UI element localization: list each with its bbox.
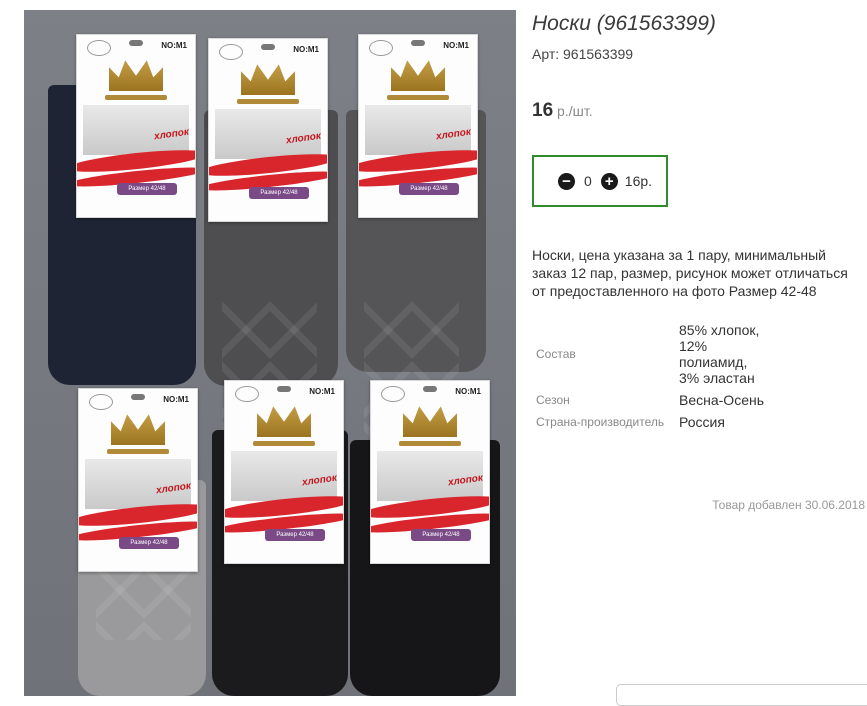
quantity-value: 0 [584, 173, 592, 189]
crown-logo [257, 406, 311, 437]
crown-logo [241, 64, 295, 95]
product-article: Арт: 961563399 [532, 46, 634, 62]
spec-label: Страна-производитель [536, 415, 665, 429]
quantity-selector: − 0 + 16р. [532, 155, 668, 207]
spec-label: Состав [536, 347, 576, 361]
card-size: Размер 42/48 [265, 529, 325, 541]
crown-logo [391, 60, 445, 91]
product-title: Носки (961563399) [532, 12, 716, 35]
price-unit: р./шт. [553, 103, 593, 119]
package-card: NO:M1 хлопок Размер 42/48 [370, 380, 490, 564]
product-photo: NO:M1 хлопок Размер 42/48 NO:M1 хлопок Р… [24, 10, 516, 696]
package-card: NO:M1 хлопок Размер 42/48 [208, 38, 328, 222]
card-number: NO:M1 [309, 387, 335, 396]
package-card: NO:M1 хлопок Размер 42/48 [76, 34, 196, 218]
spec-row: Состав 85% хлопок, 12% полиамид, 3% элас… [532, 320, 769, 390]
card-size: Размер 42/48 [249, 187, 309, 199]
spec-value: 85% хлопок, 12% полиамид, 3% эластан [679, 322, 760, 386]
crown-logo [109, 60, 163, 91]
plus-circle-icon[interactable]: + [600, 172, 618, 190]
package-card: NO:M1 хлопок Размер 42/48 [78, 388, 198, 572]
package-card: NO:M1 хлопок Размер 42/48 [358, 34, 478, 218]
spec-label: Сезон [536, 393, 570, 407]
card-number: NO:M1 [443, 41, 469, 50]
card-size: Размер 42/48 [399, 183, 459, 195]
package-card: NO:M1 хлопок Размер 42/48 [224, 380, 344, 564]
card-size: Размер 42/48 [119, 537, 179, 549]
card-size: Размер 42/48 [117, 183, 177, 195]
product-description: Носки, цена указана за 1 пару, минимальн… [532, 247, 848, 299]
minus-circle-icon[interactable]: − [558, 172, 575, 190]
card-size: Размер 42/48 [411, 529, 471, 541]
spec-value: Россия [679, 414, 725, 430]
card-number: NO:M1 [455, 387, 481, 396]
price-value: 16 [532, 100, 554, 121]
card-number: NO:M1 [293, 45, 319, 54]
spec-value: Весна-Осень [679, 392, 765, 408]
quantity-total: 16р. [624, 173, 653, 189]
crown-logo [111, 414, 165, 445]
spec-row: Страна-производитель Россия [532, 412, 769, 434]
card-number: NO:M1 [163, 395, 189, 404]
crown-logo [403, 406, 457, 437]
added-date: Товар добавлен 30.06.2018 [712, 498, 865, 512]
spec-row: Сезон Весна-Осень [532, 390, 769, 412]
product-specs: Состав 85% хлопок, 12% полиамид, 3% элас… [532, 320, 769, 434]
bottom-input-edge[interactable] [616, 684, 867, 706]
product-price: 16 р./шт. [532, 100, 593, 122]
card-number: NO:M1 [161, 41, 187, 50]
